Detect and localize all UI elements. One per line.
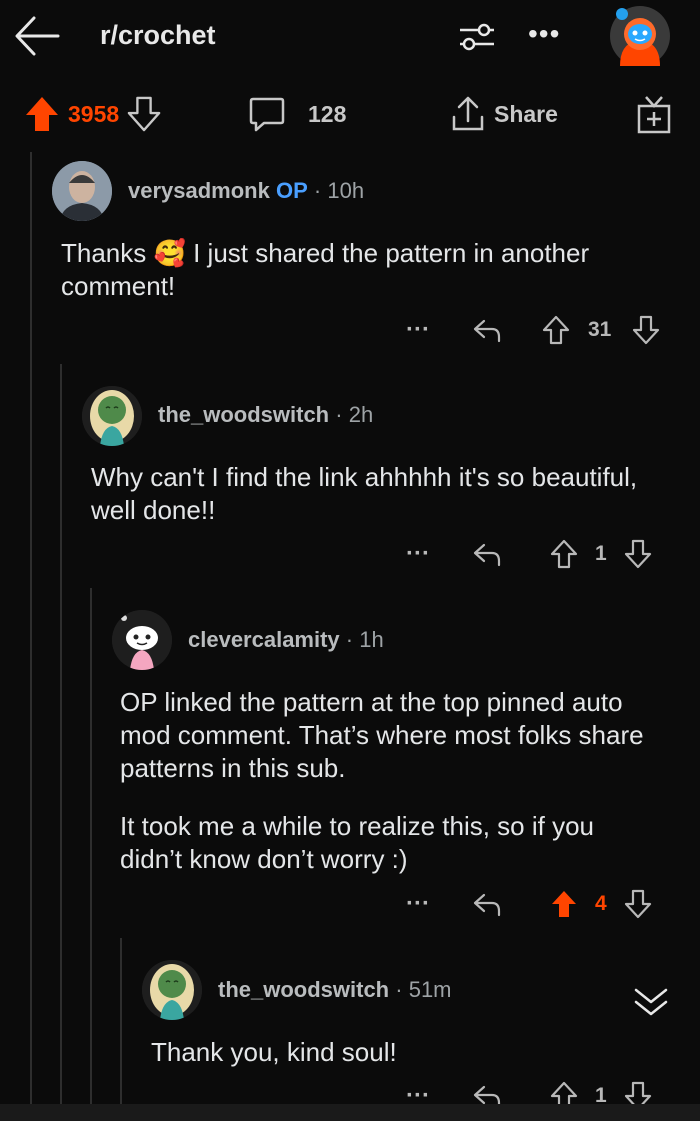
downvote-icon[interactable] [632,310,660,350]
more-options-icon[interactable]: ••• [528,18,560,50]
comment-body: OP linked the pattern at the top pinned … [120,686,650,876]
post-vote-group: 3958 [24,88,161,140]
upvote-icon[interactable] [542,310,570,350]
subreddit-title[interactable]: r/crochet [100,20,216,51]
comment-score: 31 [588,318,612,341]
comment-username[interactable]: verysadmonk [128,178,270,203]
avatar[interactable] [52,161,112,221]
smiling-hearts-emoji-icon: 🥰 [153,238,186,268]
share-icon [450,95,486,133]
downvote-icon[interactable] [127,95,161,133]
downvote-icon[interactable] [624,884,652,924]
comment-username[interactable]: clevercalamity [188,627,340,652]
share-label: Share [494,100,558,127]
comment-paragraph: It took me a while to realize this, so i… [120,811,594,874]
downvote-icon[interactable] [624,534,652,574]
separator-dot: · [313,178,322,203]
reply-icon[interactable] [472,310,502,350]
comment-paragraph: OP linked the pattern at the top pinned … [120,687,644,783]
comment-time: 51m [408,977,452,1002]
comment-body: Thanks 🥰 I just shared the pattern in an… [61,237,661,303]
bottom-edge [0,1104,700,1121]
thread-line[interactable] [90,588,92,1104]
user-avatar[interactable] [610,6,670,66]
comment-text: Thanks [61,238,147,268]
separator-dot: · [345,627,354,652]
comment-body: Why can't I find the link ahhhhh it's so… [91,462,638,525]
avatar[interactable] [82,386,142,446]
more-icon[interactable]: ··· [406,310,430,350]
gift-icon [636,94,672,134]
upvote-icon[interactable] [550,534,578,574]
comment-actions: ··· 4 [0,884,700,924]
top-bar: r/crochet ••• [0,0,700,80]
reply-icon[interactable] [472,884,502,924]
comment-time: 10h [327,178,365,203]
comment-time: 2h [348,402,374,427]
post-action-bar: 3958 128 Share [0,88,700,140]
comment-count: 128 [308,100,347,127]
avatar[interactable] [142,960,202,1020]
comment-time: 1h [359,627,384,652]
comment-body: Thank you, kind soul! [151,1037,397,1067]
upvote-icon[interactable] [550,884,578,924]
collapse-chevron-icon[interactable] [624,980,678,1024]
thread-line[interactable] [30,152,32,1104]
comment-username[interactable]: the_woodswitch [218,977,389,1002]
share-button[interactable]: Share [450,88,558,140]
reply-icon[interactable] [472,534,502,574]
separator-dot: · [335,402,343,427]
avatar[interactable] [112,610,172,670]
more-icon[interactable]: ··· [406,534,430,574]
comments-button[interactable]: 128 [248,88,346,140]
award-button[interactable] [636,88,672,140]
comment-score: 1 [595,542,607,565]
comment-username[interactable]: the_woodswitch [158,402,329,427]
upvote-icon[interactable] [24,95,60,133]
op-badge: OP [275,178,308,203]
more-icon[interactable]: ··· [406,884,430,924]
comment-score: 4 [595,892,607,915]
comment-bubble-icon [248,95,286,133]
comment-actions: ··· 1 [0,534,700,574]
comment-actions: ··· 31 [0,310,700,350]
separator-dot: · [395,977,403,1002]
back-arrow-icon[interactable] [14,14,60,58]
thread-line[interactable] [60,364,62,1104]
sort-filter-icon[interactable] [458,22,496,52]
post-score: 3958 [68,100,120,127]
